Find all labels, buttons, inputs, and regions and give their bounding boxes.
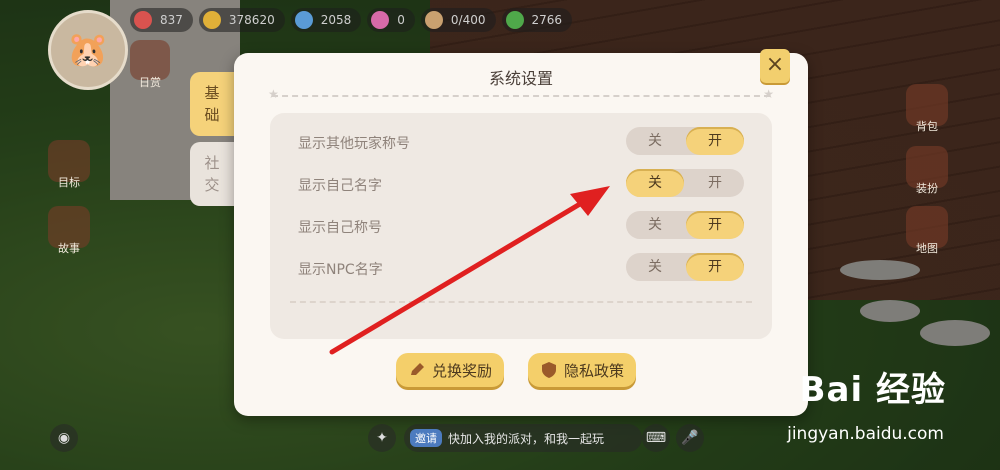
camera-button[interactable]: ◉ <box>50 424 78 452</box>
camera-icon: ◉ <box>57 430 71 446</box>
chat-bar[interactable]: 邀请 快加入我的派对，和我一起玩 <box>404 424 642 452</box>
magic-wand-button[interactable]: ✦ <box>368 424 396 452</box>
baidu-watermark: Bai 经验 <box>799 370 946 410</box>
voice-button[interactable]: 🎤 <box>676 424 704 452</box>
keyboard-icon: ⌨ <box>645 430 667 446</box>
keyboard-button[interactable]: ⌨ <box>642 424 670 452</box>
watermark-url: jingyan.baidu.com <box>787 424 944 444</box>
invite-tag: 邀请 <box>410 429 442 447</box>
wand-icon: ✦ <box>376 430 388 446</box>
chat-message: 快加入我的派对，和我一起玩 <box>448 431 605 446</box>
microphone-icon: 🎤 <box>681 430 699 446</box>
